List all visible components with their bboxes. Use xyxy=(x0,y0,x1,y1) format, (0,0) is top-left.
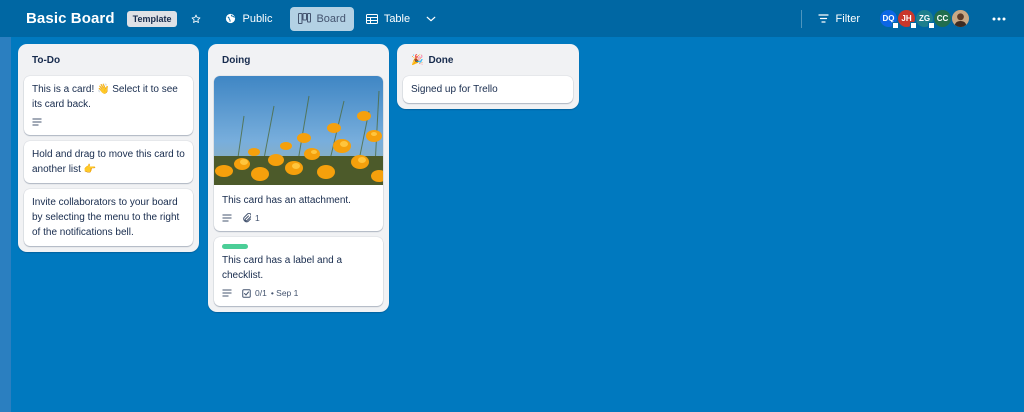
filter-icon xyxy=(817,14,829,23)
board-menu-button[interactable] xyxy=(986,7,1012,31)
card[interactable]: This card has an attachment. 1 xyxy=(214,76,383,231)
list-emoji: 🎉 xyxy=(411,54,424,66)
list-doing: Doing This card has an attachment. 1 Thi… xyxy=(208,44,389,312)
star-button[interactable] xyxy=(185,7,207,31)
card-title: Hold and drag to move this card to anoth… xyxy=(32,149,185,175)
card[interactable]: Invite collaborators to your board by se… xyxy=(24,189,193,246)
ellipsis-icon xyxy=(992,17,1006,20)
visibility-label: Public xyxy=(242,12,273,25)
list-title[interactable]: Doing xyxy=(214,44,383,76)
card-title: This is a card! 👋 Select it to see its c… xyxy=(32,84,178,110)
description-badge xyxy=(32,118,42,126)
attachment-count: 1 xyxy=(255,212,260,223)
header-divider xyxy=(800,9,802,28)
view-table-label: Table xyxy=(383,12,411,25)
card-title: This card has a label and a checklist. xyxy=(222,255,343,281)
list-title-row[interactable]: 🎉 Done xyxy=(403,44,573,76)
card-title: This card has an attachment. xyxy=(222,195,351,206)
paperclip-icon xyxy=(243,213,251,223)
description-badge xyxy=(222,214,232,222)
board-view-icon xyxy=(298,13,312,24)
card-title: Invite collaborators to your board by se… xyxy=(32,197,180,238)
due-date: • Sep 1 xyxy=(270,287,299,298)
card-title: Signed up for Trello xyxy=(411,84,498,95)
list-to-do: To-Do This is a card! 👋 Select it to see… xyxy=(18,44,199,252)
description-badge xyxy=(222,289,232,297)
avatar-dq[interactable]: DQ xyxy=(879,9,899,29)
filter-button[interactable]: Filter xyxy=(812,7,866,31)
board-header: Basic Board Template Public Board Table … xyxy=(0,0,1024,37)
avatar-cc[interactable]: CC xyxy=(933,9,952,28)
card[interactable]: Hold and drag to move this card to anoth… xyxy=(24,141,193,183)
star-icon xyxy=(192,14,201,23)
board-title[interactable]: Basic Board xyxy=(26,10,115,27)
checkbox-icon xyxy=(242,288,251,298)
list-title[interactable]: To-Do xyxy=(24,44,193,76)
avatar-zg[interactable]: ZG xyxy=(915,9,935,29)
user-photo-icon xyxy=(952,10,969,27)
card[interactable]: Signed up for Trello xyxy=(403,76,573,103)
filter-label: Filter xyxy=(835,12,860,25)
checklist-badge: 0/1 • Sep 1 xyxy=(242,286,298,301)
attachment-badge: 1 xyxy=(242,211,260,226)
avatar-jh[interactable]: JH xyxy=(897,9,917,29)
view-board-label: Board xyxy=(316,12,346,25)
description-icon xyxy=(32,118,42,126)
board-left-edge xyxy=(0,0,11,412)
description-icon xyxy=(222,289,232,297)
list-done: 🎉 Done Signed up for Trello xyxy=(397,44,579,109)
card-label[interactable] xyxy=(222,244,248,249)
visibility-button[interactable]: Public xyxy=(219,7,278,31)
description-icon xyxy=(222,214,232,222)
chevron-down-icon xyxy=(426,16,436,21)
avatar-photo[interactable] xyxy=(951,9,970,28)
card-cover-image xyxy=(214,76,383,185)
card[interactable]: This card has a label and a checklist. 0… xyxy=(214,237,383,306)
view-table-button[interactable]: Table xyxy=(360,7,416,31)
card[interactable]: This is a card! 👋 Select it to see its c… xyxy=(24,76,193,135)
checklist-progress: 0/1 xyxy=(255,287,267,298)
board-members: DQ JH ZG CC xyxy=(879,9,970,29)
template-badge: Template xyxy=(126,10,178,27)
more-views-button[interactable] xyxy=(420,7,442,31)
view-board-button[interactable]: Board xyxy=(290,6,354,31)
table-icon xyxy=(365,13,378,24)
globe-icon xyxy=(226,13,236,24)
list-title: Done xyxy=(428,54,454,66)
